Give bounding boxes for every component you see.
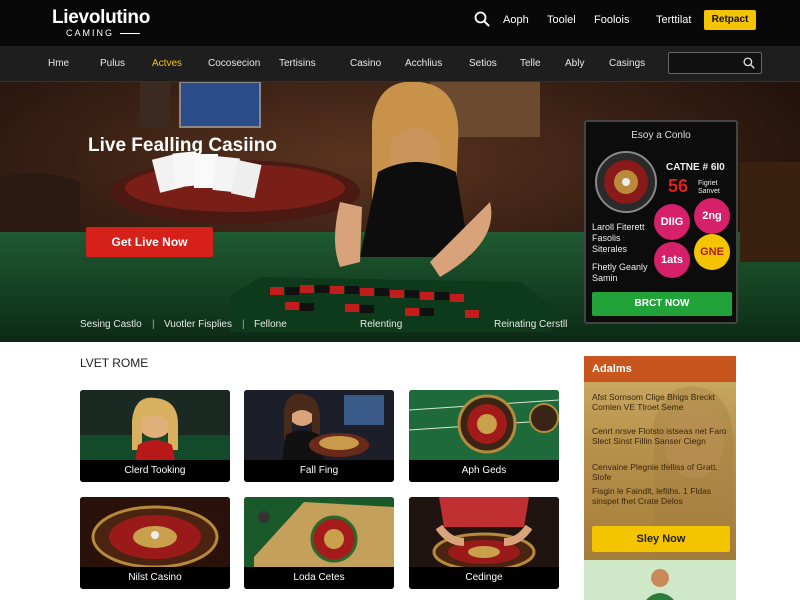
divider: |: [242, 319, 245, 330]
search-input[interactable]: [668, 52, 762, 74]
section-title: LVET ROME: [80, 356, 149, 370]
hero-link-2[interactable]: Vuotler Fisplies: [164, 319, 232, 330]
tile-caption: Fall Fing: [244, 460, 394, 482]
top-link-3[interactable]: Foolois: [594, 14, 629, 26]
hero-title: Live Fealling Casiino: [88, 135, 277, 156]
hero-link-5[interactable]: Reinating Cerstll: [494, 319, 567, 330]
tile-image: [244, 497, 394, 567]
promo-bubble-4: GNE: [694, 234, 730, 270]
game-tile[interactable]: Aph Geds: [409, 390, 559, 482]
tile-caption: Clerd Tooking: [80, 460, 230, 482]
nav-item-tertisins[interactable]: Tertisins: [279, 58, 316, 69]
promo-number: 56: [668, 176, 689, 196]
tile-image: [409, 390, 559, 460]
tile-caption: Cedinge: [409, 567, 559, 589]
game-tile[interactable]: Fall Fing: [244, 390, 394, 482]
divider: |: [152, 319, 155, 330]
promo-bubble-1: DIIG: [654, 204, 690, 240]
sidebar-paragraph: Cenvaine Plegnie tfelliss of Gratt. Slof…: [592, 462, 718, 482]
tile-image: [80, 390, 230, 460]
tile-caption: Loda Cetes: [244, 567, 394, 589]
banner-image: [584, 560, 736, 600]
nav-item-casino[interactable]: Casino: [350, 58, 381, 69]
hero-link-3[interactable]: Fellone: [254, 319, 287, 330]
sidebar-paragraph: Fisgin le Faindlt, lefiths. 1 Fldas sins…: [592, 486, 712, 506]
promo-side-note: Figriet Sanvet: [698, 180, 720, 195]
logo-sub: CAMING: [66, 28, 150, 38]
promo-text-2: Fhetly Geanly Samin: [592, 262, 648, 283]
nav-item-home[interactable]: Hme: [48, 58, 69, 69]
promo-bubble-2: 2ng: [694, 198, 730, 234]
promo-title: Esoy a Conlo: [631, 130, 691, 141]
register-button[interactable]: Retpact: [704, 10, 756, 30]
hero-link-4[interactable]: Relenting: [360, 319, 402, 330]
game-tile[interactable]: Cedinge: [409, 497, 559, 589]
site-logo[interactable]: Lievolutino CAMING: [52, 7, 151, 39]
tile-image: [244, 390, 394, 460]
tile-caption: Nilst Casino: [80, 567, 230, 589]
roulette-wheel-icon: [595, 151, 657, 213]
tile-image: [80, 497, 230, 569]
get-live-button[interactable]: Get Live Now: [86, 227, 213, 257]
game-tile[interactable]: Nilst Casino: [80, 497, 230, 589]
promo-bubble-3: 1ats: [654, 242, 690, 278]
search-icon[interactable]: [474, 11, 492, 29]
nav-item-cocosecion[interactable]: Cocosecion: [208, 58, 260, 69]
nav-item-pulus[interactable]: Pulus: [100, 58, 125, 69]
promo-text-1: Laroll Fiterett Fasolis Siterales: [592, 222, 645, 254]
tile-caption: Aph Geds: [409, 460, 559, 482]
top-link-1[interactable]: Aoph: [503, 14, 529, 26]
nav-item-ably[interactable]: Ably: [565, 58, 584, 69]
nav-item-acchlius[interactable]: Acchlius: [405, 58, 442, 69]
sidebar-panel: Adalms Afst Sornsom Clige Bhigs Breckt C…: [584, 356, 736, 566]
nav-item-telle[interactable]: Telle: [520, 58, 541, 69]
sidebar-banner[interactable]: [584, 560, 736, 600]
game-tile[interactable]: Clerd Tooking: [80, 390, 230, 482]
game-tile[interactable]: Loda Cetes: [244, 497, 394, 589]
hero-link-1[interactable]: Sesing Castlo: [80, 319, 142, 330]
nav-item-setios[interactable]: Setios: [469, 58, 497, 69]
logo-name: Lievolutino: [52, 7, 151, 28]
sidebar-button[interactable]: Sley Now: [592, 526, 730, 552]
nav-item-casings[interactable]: Casings: [609, 58, 645, 69]
top-bar: Lievolutino CAMING Aoph Toolel Foolois T…: [0, 0, 800, 46]
search-icon: [743, 57, 755, 69]
sidebar-title: Adalms: [584, 356, 736, 382]
promo-card: Esoy a Conlo CATNE # 6I0 56 Figriet Sanv…: [584, 120, 738, 324]
tile-image: [409, 497, 559, 572]
promo-button[interactable]: BRCT NOW: [592, 292, 732, 316]
sidebar-paragraph: Cenrt nrsve Flotsto istseas net Faro Sle…: [592, 426, 727, 446]
promo-headline: CATNE # 6I0: [666, 162, 725, 173]
top-link-4[interactable]: Terttilat: [656, 14, 691, 26]
sidebar-paragraph: Afst Sornsom Clige Bhigs Breckt Comlen V…: [592, 392, 715, 412]
nav-item-actves[interactable]: Actves: [152, 58, 182, 69]
top-link-2[interactable]: Toolel: [547, 14, 576, 26]
